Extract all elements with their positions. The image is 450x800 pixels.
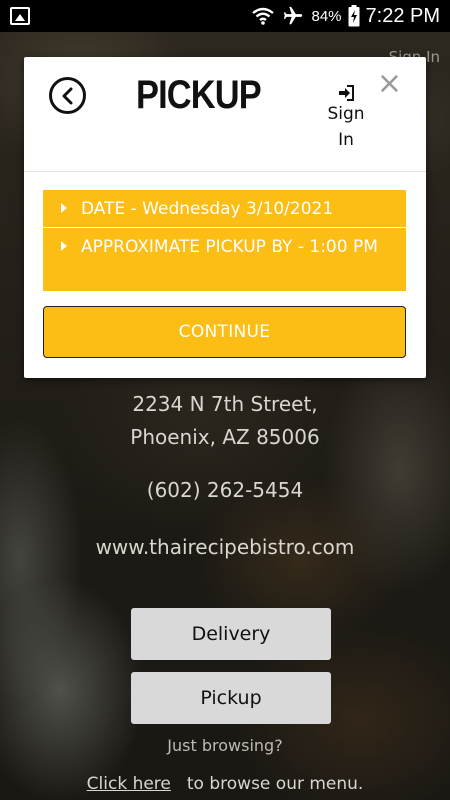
address-line-2: Phoenix, AZ 85006 xyxy=(130,425,320,449)
sign-in-label-1: Sign xyxy=(327,104,365,124)
modal-header: PICKUP Sign In × xyxy=(24,57,426,172)
status-bar: 84% 7:22 PM xyxy=(0,0,450,32)
pickup-button: Pickup xyxy=(131,672,331,724)
sign-in-icon xyxy=(339,85,354,101)
sign-in-label-2: In xyxy=(338,130,354,150)
browse-menu-text: to browse our menu. xyxy=(186,774,364,794)
battery-icon xyxy=(348,5,360,27)
clock: 7:22 PM xyxy=(365,4,440,27)
battery-percent: 84% xyxy=(311,7,342,25)
image-icon xyxy=(10,7,30,25)
pickup-modal: PICKUP Sign In × DATE - Wednesday 3/10/2… xyxy=(24,57,426,378)
delivery-button: Delivery xyxy=(131,608,331,660)
pickup-time-option[interactable]: APPROXIMATE PICKUP BY - 1:00 PM xyxy=(43,228,406,292)
address-line-1: 2234 N 7th Street, xyxy=(132,392,318,416)
browse-menu-line: Click here to browse our menu. xyxy=(0,774,450,794)
wifi-icon xyxy=(252,7,275,25)
continue-button[interactable]: CONTINUE xyxy=(43,306,406,358)
close-icon[interactable]: × xyxy=(377,69,402,99)
restaurant-phone: (602) 262-5454 xyxy=(146,478,304,502)
airplane-icon xyxy=(284,6,303,25)
date-option[interactable]: DATE - Wednesday 3/10/2021 xyxy=(43,190,406,228)
back-arrow-icon xyxy=(62,87,72,104)
caret-right-icon xyxy=(61,203,67,213)
pickup-time-option-label: APPROXIMATE PICKUP BY - 1:00 PM xyxy=(81,237,378,257)
sign-in-button[interactable]: Sign In xyxy=(324,85,368,153)
pickup-options: DATE - Wednesday 3/10/2021 APPROXIMATE P… xyxy=(43,190,406,292)
browsing-prompt: Just browsing? xyxy=(167,736,283,755)
restaurant-website: www.thairecipebistro.com xyxy=(95,535,355,559)
date-option-label: DATE - Wednesday 3/10/2021 xyxy=(81,199,334,219)
browse-menu-link: Click here xyxy=(86,774,171,794)
restaurant-address: 2234 N 7th Street, Phoenix, AZ 85006 xyxy=(0,388,450,454)
modal-title: PICKUP xyxy=(136,73,262,117)
caret-right-icon xyxy=(61,241,67,251)
back-button[interactable] xyxy=(49,77,86,114)
